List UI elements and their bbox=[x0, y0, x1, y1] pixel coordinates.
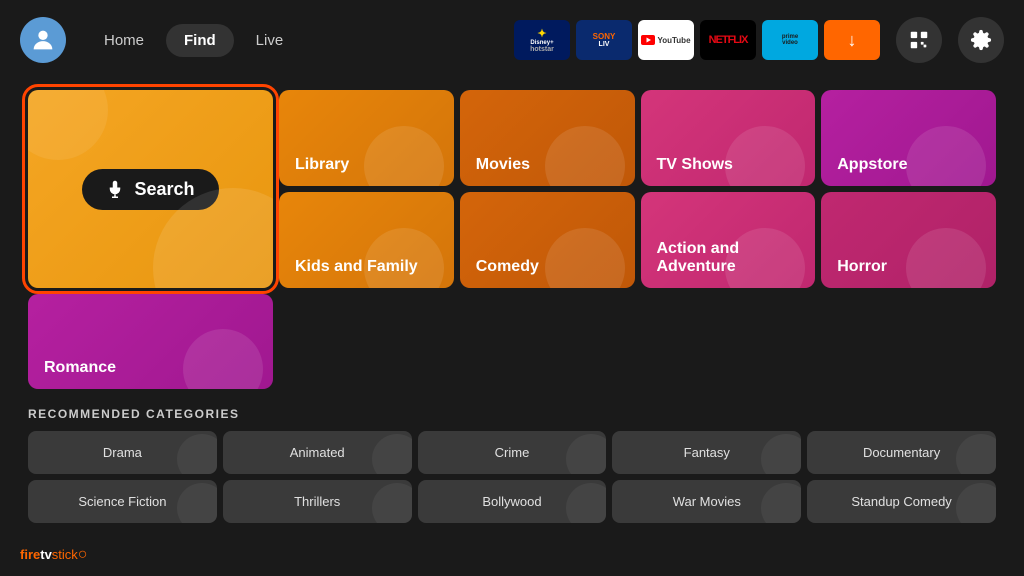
nav-home[interactable]: Home bbox=[86, 24, 162, 57]
recommended-title: RECOMMENDED CATEGORIES bbox=[28, 407, 996, 421]
grid-icon bbox=[908, 29, 930, 51]
firetv-brand: firetvstick○ bbox=[20, 546, 87, 564]
deco bbox=[364, 126, 444, 186]
sony-app-icon[interactable]: SONY LIV bbox=[576, 20, 632, 60]
movies-tile[interactable]: Movies bbox=[460, 90, 635, 186]
deco bbox=[906, 126, 986, 186]
deco bbox=[183, 329, 263, 389]
disney-app-icon[interactable]: ✦ Disney+ hotstar bbox=[514, 20, 570, 60]
library-tile[interactable]: Library bbox=[279, 90, 454, 186]
horror-tile[interactable]: Horror bbox=[821, 192, 996, 288]
action-tile[interactable]: Action and Adventure bbox=[641, 192, 816, 288]
rec-bollywood[interactable]: Bollywood bbox=[418, 480, 607, 523]
tvshows-label: TV Shows bbox=[657, 156, 733, 174]
library-label: Library bbox=[295, 156, 349, 174]
appstore-tile[interactable]: Appstore bbox=[821, 90, 996, 186]
rec-documentary[interactable]: Documentary bbox=[807, 431, 996, 474]
rec-animated[interactable]: Animated bbox=[223, 431, 412, 474]
settings-button[interactable] bbox=[958, 17, 1004, 63]
youtube-app-icon[interactable]: YouTube bbox=[638, 20, 694, 60]
movies-label: Movies bbox=[476, 156, 530, 174]
nav-find[interactable]: Find bbox=[166, 24, 234, 57]
appstore-label: Appstore bbox=[837, 156, 907, 174]
horror-label: Horror bbox=[837, 258, 887, 276]
rec-fantasy[interactable]: Fantasy bbox=[612, 431, 801, 474]
microphone-icon bbox=[106, 180, 124, 198]
rec-drama[interactable]: Drama bbox=[28, 431, 217, 474]
recommended-grid: Drama Animated Crime Fantasy Documentary… bbox=[28, 431, 996, 523]
comedy-label: Comedy bbox=[476, 258, 539, 276]
tvshows-tile[interactable]: TV Shows bbox=[641, 90, 816, 186]
comedy-tile[interactable]: Comedy bbox=[460, 192, 635, 288]
main-grid: Search Library Movies TV Shows Appstore bbox=[28, 90, 996, 389]
deco bbox=[906, 228, 986, 288]
user-icon bbox=[29, 26, 57, 54]
gear-icon bbox=[970, 29, 992, 51]
rec-warmovies[interactable]: War Movies bbox=[612, 480, 801, 523]
search-tile[interactable]: Search bbox=[28, 90, 273, 288]
prime-app-icon[interactable]: prime video bbox=[762, 20, 818, 60]
footer: firetvstick○ bbox=[20, 546, 87, 564]
deco bbox=[725, 126, 805, 186]
romance-tile[interactable]: Romance bbox=[28, 294, 273, 389]
netflix-app-icon[interactable]: NETFLIX bbox=[700, 20, 756, 60]
deco bbox=[364, 228, 444, 288]
search-label: Search bbox=[134, 179, 194, 200]
rec-crime[interactable]: Crime bbox=[418, 431, 607, 474]
nav-live[interactable]: Live bbox=[238, 24, 302, 57]
youtube-label: YouTube bbox=[657, 36, 690, 45]
downloader-app-icon[interactable]: ↓ bbox=[824, 20, 880, 60]
main-content: Search Library Movies TV Shows Appstore bbox=[0, 90, 1024, 523]
rec-standup[interactable]: Standup Comedy bbox=[807, 480, 996, 523]
recommended-section: RECOMMENDED CATEGORIES Drama Animated Cr… bbox=[28, 407, 996, 523]
romance-label: Romance bbox=[44, 359, 116, 377]
rec-scifi[interactable]: Science Fiction bbox=[28, 480, 217, 523]
user-avatar[interactable] bbox=[20, 17, 66, 63]
rec-thrillers[interactable]: Thrillers bbox=[223, 480, 412, 523]
deco bbox=[545, 228, 625, 288]
kids-tile[interactable]: Kids and Family bbox=[279, 192, 454, 288]
app-icons-bar: ✦ Disney+ hotstar SONY LIV YouTube NETFL… bbox=[514, 20, 880, 60]
header: Home Find Live ✦ Disney+ hotstar SONY LI… bbox=[0, 0, 1024, 80]
nav-links: Home Find Live bbox=[86, 24, 301, 57]
deco-circle2 bbox=[28, 90, 108, 160]
deco bbox=[545, 126, 625, 186]
deco bbox=[725, 228, 805, 288]
grid-button[interactable] bbox=[896, 17, 942, 63]
